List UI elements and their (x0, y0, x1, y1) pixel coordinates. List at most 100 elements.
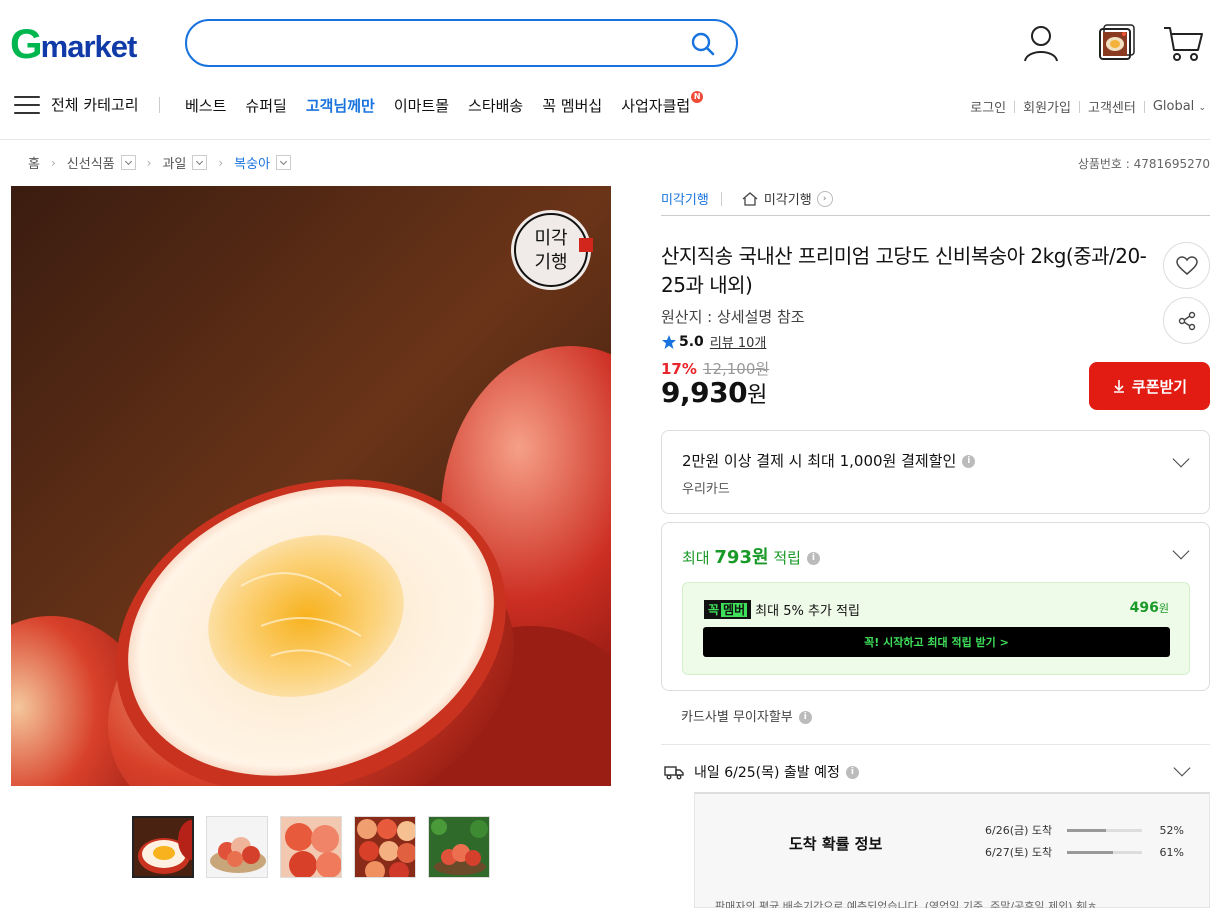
thumbnail-2[interactable] (206, 816, 268, 878)
breadcrumb-dropdown[interactable] (192, 155, 208, 170)
search-input[interactable] (185, 19, 738, 67)
recent-viewed-icon[interactable] (1096, 22, 1138, 64)
chevron-down-icon[interactable] (1172, 542, 1190, 560)
share-button[interactable] (1163, 297, 1210, 344)
nav-items: 베스트 슈퍼딜 고객님께만 이마트몰 스타배송 꼭 멤버십 사업자클럽 N (185, 91, 709, 116)
seller-name-link[interactable]: 미각기행 (661, 189, 709, 208)
breadcrumb-dropdown[interactable] (120, 155, 136, 170)
arrival-bar (1067, 828, 1142, 832)
main-nav: 전체 카테고리 베스트 슈퍼딜 고객님께만 이마트몰 스타배송 꼭 멤버십 사업… (0, 86, 1210, 126)
rating-score: 5.0 (679, 333, 704, 350)
login-link[interactable]: 로그인 (970, 97, 1006, 116)
info-icon[interactable]: i (845, 765, 859, 779)
wishlist-button[interactable] (1163, 242, 1210, 289)
coupon-button[interactable]: 쿠폰받기 (1089, 362, 1210, 410)
seller-row: 미각기행 미각기행 › (661, 186, 1210, 216)
logo-text: market (40, 29, 138, 64)
product-info-panel: 미각기행 미각기행 › 산지직송 국내산 프리미엄 고당도 신비복숭아 2kg(… (661, 186, 1210, 908)
home-icon (742, 191, 758, 206)
peach-photo: 미각 기행 (11, 186, 611, 786)
divider (661, 744, 1210, 745)
breadcrumb-dropdown[interactable] (276, 155, 292, 170)
membership-amount-value: 496 (1129, 600, 1159, 616)
nav-star-delivery[interactable]: 스타배송 (468, 95, 523, 116)
gmarket-logo[interactable]: Gmarket (10, 20, 160, 68)
points-suffix: 적립 (773, 549, 801, 567)
points-amount: 793원 (714, 547, 769, 568)
info-icon[interactable]: i (806, 552, 820, 565)
shipping-row: 내일 6/25(목) 출발 예정 i (664, 762, 859, 782)
nav-superdeal[interactable]: 슈퍼딜 (245, 95, 286, 116)
chevron-down-icon: ⌄ (1198, 103, 1206, 113)
arrival-date: 6/27(토) 도착 (985, 846, 1053, 859)
nav-business-club[interactable]: 사업자클럽 N (621, 91, 704, 116)
arrival-percent: 61% (1159, 845, 1184, 859)
sale-price: 9,930원 (661, 376, 767, 409)
breadcrumb-fresh-food[interactable]: 신선식품 (67, 153, 115, 172)
nav-best[interactable]: 베스트 (185, 95, 226, 116)
utility-links: 로그인 회원가입 고객센터 Global ⌄ (970, 97, 1206, 116)
signup-link[interactable]: 회원가입 (1023, 97, 1071, 116)
all-categories-button[interactable]: 전체 카테고리 (14, 94, 139, 115)
search-icon[interactable] (690, 31, 716, 57)
download-icon (1113, 380, 1124, 393)
cart-icon[interactable] (1162, 22, 1204, 64)
arrival-probability-box: 도착 확률 정보 6/26(금) 도착 52% 6/27(토) 도착 61% 판… (694, 792, 1210, 908)
header: Gmarket 전체 카테고리 베스트 슈퍼딜 고객님께만 이마트몰 스타배송 … (0, 0, 1210, 140)
store-link[interactable]: 미각기행 › (742, 189, 833, 208)
global-link[interactable]: Global ⌄ (1153, 99, 1206, 114)
user-icon[interactable] (1020, 22, 1062, 64)
nav-emart-mall[interactable]: 이마트몰 (394, 95, 449, 116)
customer-center-link[interactable]: 고객센터 (1088, 97, 1136, 116)
chevron-right-icon: › (816, 190, 833, 207)
payment-discount-title: 2만원 이상 결제 시 최대 1,000원 결제할인 i (682, 450, 976, 471)
seller-divider (720, 191, 722, 206)
util-divider (1078, 100, 1080, 113)
installment-info[interactable]: 카드사별 무이자할부 i (681, 706, 812, 725)
rating-row: 5.0 리뷰 10개 (661, 332, 766, 351)
chevron-right-icon: › (146, 155, 152, 170)
info-icon[interactable]: i (962, 455, 976, 468)
points-prefix: 최대 (682, 549, 710, 567)
arrival-title: 도착 확률 정보 (789, 835, 883, 853)
review-count-link[interactable]: 리뷰 10개 (710, 332, 767, 351)
membership-logo-text2: 멤버 (721, 603, 748, 617)
share-icon (1178, 311, 1195, 330)
all-categories-label: 전체 카테고리 (51, 96, 139, 114)
product-main-image[interactable]: 미각 기행 (11, 186, 611, 786)
installment-text: 카드사별 무이자할부 (681, 710, 793, 725)
membership-logo-text: 꼭 (708, 603, 720, 617)
thumbnail-1[interactable] (132, 816, 194, 878)
chevron-down-icon[interactable] (1173, 759, 1191, 777)
thumbnail-3[interactable] (280, 816, 342, 878)
nav-membership[interactable]: 꼭 멤버십 (542, 95, 602, 116)
payment-discount-box[interactable]: 2만원 이상 결제 시 최대 1,000원 결제할인 i 우리카드 (661, 430, 1210, 514)
membership-cta-button[interactable]: 꼭! 시작하고 최대 적립 받기 > (703, 627, 1170, 657)
breadcrumb-fruit[interactable]: 과일 (162, 153, 186, 172)
heart-icon (1175, 255, 1198, 275)
origin-info: 원산지 : 상세설명 참조 (661, 308, 805, 326)
info-icon[interactable]: i (798, 711, 812, 724)
arrival-bar (1067, 850, 1142, 854)
membership-amount-unit: 원 (1158, 602, 1169, 615)
nav-for-you[interactable]: 고객님께만 (306, 95, 375, 116)
arrival-percent: 52% (1159, 823, 1184, 837)
util-divider (1143, 100, 1145, 113)
product-number: 상품번호 : 4781695270 (1077, 157, 1210, 171)
product-title: 산지직송 국내산 프리미엄 고당도 신비복숭아 2kg(중과/20-25과 내외… (661, 244, 1147, 297)
coupon-label: 쿠폰받기 (1131, 377, 1188, 396)
breadcrumb-home[interactable]: 홈 (28, 153, 40, 172)
breadcrumb-peach[interactable]: 복숭아 (234, 153, 270, 172)
arrival-date: 6/26(금) 도착 (985, 824, 1053, 837)
membership-box: 꼭 멤버 최대 5% 추가 적립 496원 꼭! 시작하고 최대 적립 받기 > (682, 582, 1190, 675)
truck-icon (664, 766, 684, 780)
breadcrumb: 홈 › 신선식품 › 과일 › 복숭아 (28, 153, 292, 172)
arrival-row: 6/26(금) 도착 52% (985, 822, 1184, 838)
thumbnail-5[interactable] (428, 816, 490, 878)
nav-business-club-label: 사업자클럽 (621, 97, 691, 115)
chevron-down-icon[interactable] (1172, 450, 1190, 468)
chevron-right-icon: › (50, 155, 56, 170)
membership-tag: 꼭 멤버 최대 5% 추가 적립 (704, 600, 860, 619)
thumbnail-list (132, 816, 490, 878)
thumbnail-4[interactable] (354, 816, 416, 878)
